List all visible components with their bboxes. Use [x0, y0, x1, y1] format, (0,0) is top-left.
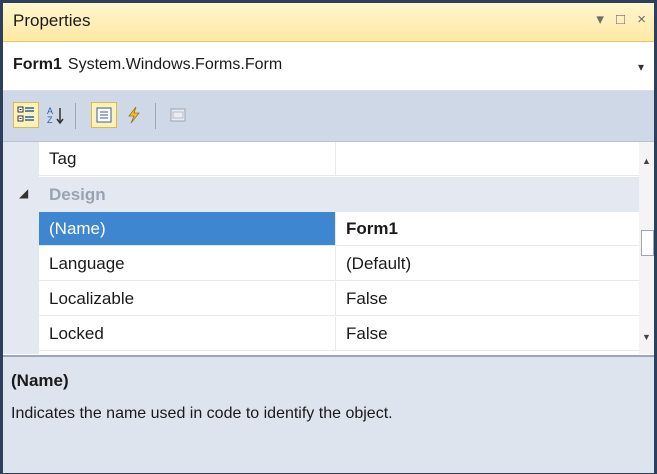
- description-title: (Name): [11, 371, 69, 390]
- events-icon: [128, 106, 140, 124]
- properties-icon: [96, 107, 112, 123]
- vertical-scrollbar[interactable]: ▲ ▼: [639, 142, 654, 354]
- property-row-tag[interactable]: Tag: [3, 142, 639, 177]
- object-type: System.Windows.Forms.Form: [67, 56, 283, 73]
- scroll-up-icon[interactable]: ▲: [642, 156, 651, 166]
- alphabetical-icon: A Z: [47, 106, 64, 125]
- property-value[interactable]: (Default): [336, 247, 639, 281]
- property-value[interactable]: Form1: [336, 212, 639, 246]
- scrollbar-thumb[interactable]: [641, 230, 654, 256]
- toolbar-separator: [75, 103, 76, 129]
- property-pages-icon: [170, 108, 186, 122]
- window-title: Properties: [13, 11, 91, 30]
- events-button[interactable]: [121, 102, 147, 128]
- property-name: Locked: [39, 317, 336, 351]
- properties-window: Properties ▾ □ × Form1 System.Windows.For…: [0, 0, 657, 474]
- object-selector[interactable]: Form1 System.Windows.Forms.Form ▾: [3, 42, 654, 91]
- property-pages-button[interactable]: [165, 102, 191, 128]
- category-label: Design: [49, 185, 106, 204]
- chevron-down-icon[interactable]: ▾: [638, 60, 644, 74]
- description-text: Indicates the name used in code to ident…: [11, 405, 393, 422]
- alphabetical-button[interactable]: A Z: [43, 102, 69, 128]
- collapse-triangle-icon[interactable]: ◢: [19, 186, 28, 200]
- property-grid: Tag ◢ Design (Name) Form1 Language (Defa…: [3, 142, 654, 354]
- property-row-name[interactable]: (Name) Form1: [3, 212, 639, 247]
- svg-text:Z: Z: [47, 115, 53, 125]
- object-name: Form1: [13, 56, 62, 73]
- description-pane: (Name) Indicates the name used in code t…: [3, 355, 654, 473]
- toolbar-separator: [155, 103, 156, 129]
- property-name: (Name): [39, 212, 336, 246]
- scroll-down-icon[interactable]: ▼: [642, 332, 651, 342]
- property-name: Localizable: [39, 282, 336, 316]
- toolbar: A Z: [3, 91, 654, 142]
- property-value[interactable]: False: [336, 317, 639, 351]
- property-value[interactable]: False: [336, 282, 639, 316]
- title-bar: Properties ▾ □ ×: [3, 3, 654, 42]
- property-name: Language: [39, 247, 336, 281]
- object-label: Form1 System.Windows.Forms.Form: [13, 56, 282, 74]
- properties-button[interactable]: [91, 102, 117, 128]
- property-row-language[interactable]: Language (Default): [3, 247, 639, 282]
- property-row-locked[interactable]: Locked False: [3, 317, 639, 352]
- categorized-button[interactable]: [13, 102, 39, 128]
- categorized-icon: [17, 106, 34, 122]
- property-value[interactable]: [336, 142, 639, 176]
- window-controls[interactable]: ▾ □ ×: [596, 10, 650, 28]
- property-name: Tag: [39, 142, 336, 176]
- property-row-localizable[interactable]: Localizable False: [3, 282, 639, 317]
- category-row-design[interactable]: ◢ Design: [3, 177, 639, 212]
